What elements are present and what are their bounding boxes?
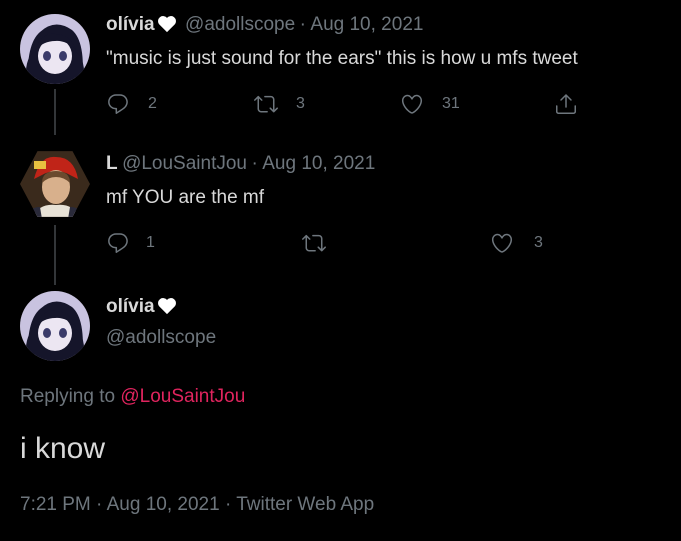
like-button[interactable]: 3: [490, 231, 543, 255]
tweet-text: "music is just sound for the ears" this …: [106, 48, 578, 69]
tweet-text: mf YOU are the mf: [106, 187, 265, 208]
reply-icon: [108, 233, 128, 253]
reply-button[interactable]: 1: [106, 231, 155, 255]
handle[interactable]: @LouSaintJou: [122, 153, 247, 174]
like-icon: [491, 233, 513, 253]
focus-tweet-text: i know: [20, 432, 106, 465]
like-icon: [401, 94, 423, 114]
reply-icon: [108, 94, 128, 114]
tweet-date[interactable]: Aug 10, 2021: [262, 153, 375, 174]
retweet-icon: [254, 95, 278, 113]
tweet-source[interactable]: Twitter Web App: [236, 494, 374, 515]
like-button[interactable]: 31: [400, 92, 460, 116]
tweet-time[interactable]: 7:21 PM: [20, 494, 91, 515]
separator: ·: [96, 494, 103, 515]
heart-emoji-icon: [157, 15, 177, 38]
tweet-2[interactable]: L @LouSaintJou · Aug 10, 2021 mf YOU are…: [0, 135, 681, 285]
replying-prefix: Replying to: [20, 386, 116, 407]
thread-line: [54, 225, 56, 285]
tweet-header: L @LouSaintJou · Aug 10, 2021: [106, 153, 375, 175]
reply-count: 1: [146, 234, 155, 251]
tweet-date[interactable]: Aug 10, 2021: [310, 14, 423, 35]
mention-link[interactable]: @LouSaintJou: [120, 386, 245, 407]
retweet-count: 3: [296, 95, 305, 112]
separator: ·: [299, 14, 306, 35]
tweet-metadata: 7:21 PM · Aug 10, 2021 · Twitter Web App: [20, 494, 374, 516]
share-button[interactable]: [554, 92, 578, 116]
thread-line: [54, 89, 56, 135]
like-count: 31: [442, 95, 460, 112]
display-name[interactable]: L: [106, 153, 118, 174]
display-name[interactable]: olívia: [106, 14, 155, 35]
retweet-button[interactable]: 3: [254, 92, 305, 116]
avatar[interactable]: [20, 151, 90, 217]
reply-button[interactable]: 2: [106, 92, 157, 116]
tweet-header: olívia @adollscope · Aug 10, 2021: [106, 14, 423, 38]
focus-handle[interactable]: @adollscope: [106, 327, 216, 349]
heart-emoji-icon: [157, 297, 177, 321]
focus-avatar[interactable]: [20, 291, 90, 361]
separator: ·: [224, 494, 232, 515]
retweet-icon: [302, 234, 326, 252]
replying-to: Replying to @LouSaintJou: [20, 386, 245, 408]
handle[interactable]: @adollscope: [185, 14, 295, 35]
separator: ·: [251, 153, 258, 174]
tweet-actions: 2 3 31: [106, 92, 606, 116]
retweet-button[interactable]: [302, 231, 326, 255]
like-count: 3: [534, 234, 543, 251]
tweet-actions: 1 3: [106, 231, 606, 255]
focus-name-text: olívia: [106, 296, 155, 317]
avatar[interactable]: [20, 14, 90, 84]
reply-count: 2: [148, 95, 157, 112]
tweet-date[interactable]: Aug 10, 2021: [107, 494, 220, 515]
tweet-1[interactable]: olívia @adollscope · Aug 10, 2021 "music…: [0, 0, 681, 135]
focus-display-name[interactable]: olívia: [106, 296, 177, 321]
share-icon: [556, 94, 576, 114]
